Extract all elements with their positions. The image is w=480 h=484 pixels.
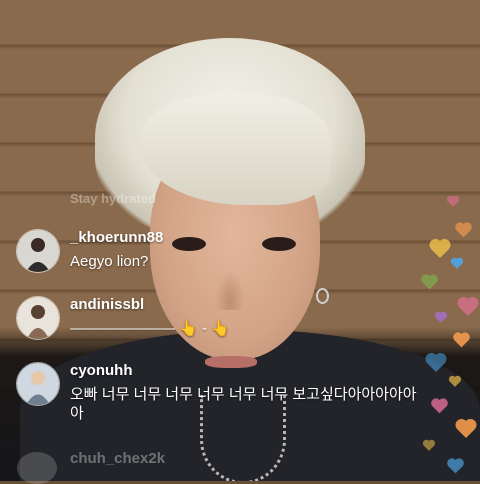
heart-icon xyxy=(446,456,465,475)
avatar[interactable] xyxy=(16,296,60,340)
comment-text: Aegyo lion? xyxy=(70,253,149,270)
heart-icon xyxy=(420,272,439,291)
heart-icon xyxy=(452,330,471,349)
user-avatar-icon xyxy=(17,363,59,405)
heart-icon xyxy=(428,236,452,260)
heart-icon xyxy=(424,350,448,374)
earring xyxy=(316,288,329,304)
user-avatar-icon xyxy=(17,230,59,272)
heart-icon xyxy=(454,416,478,440)
user-avatar-icon xyxy=(17,297,59,339)
comment-username[interactable]: andinissbl xyxy=(70,296,144,313)
heart-icon xyxy=(434,310,448,324)
left-eye xyxy=(172,237,206,251)
avatar[interactable] xyxy=(16,362,60,406)
heart-icon xyxy=(450,256,464,270)
heart-icon xyxy=(448,374,462,388)
heart-icon xyxy=(422,438,436,452)
avatar[interactable] xyxy=(16,229,60,273)
heart-icon xyxy=(454,220,473,239)
comment-username[interactable]: _khoerunn88 xyxy=(70,229,163,246)
heart-icon xyxy=(456,294,480,318)
comment-text: ——————— 👆 - 👆 xyxy=(70,320,230,337)
heart-icon xyxy=(446,194,460,208)
right-eye xyxy=(262,237,296,251)
nose xyxy=(215,270,245,310)
heart-icon xyxy=(430,396,449,415)
comment-text: 오빠 너무 너무 너무 너무 너무 너무 보고싶다아아아아아아 xyxy=(70,386,417,422)
comment-username[interactable]: cyonuhh xyxy=(70,362,133,379)
mouth xyxy=(205,356,257,368)
